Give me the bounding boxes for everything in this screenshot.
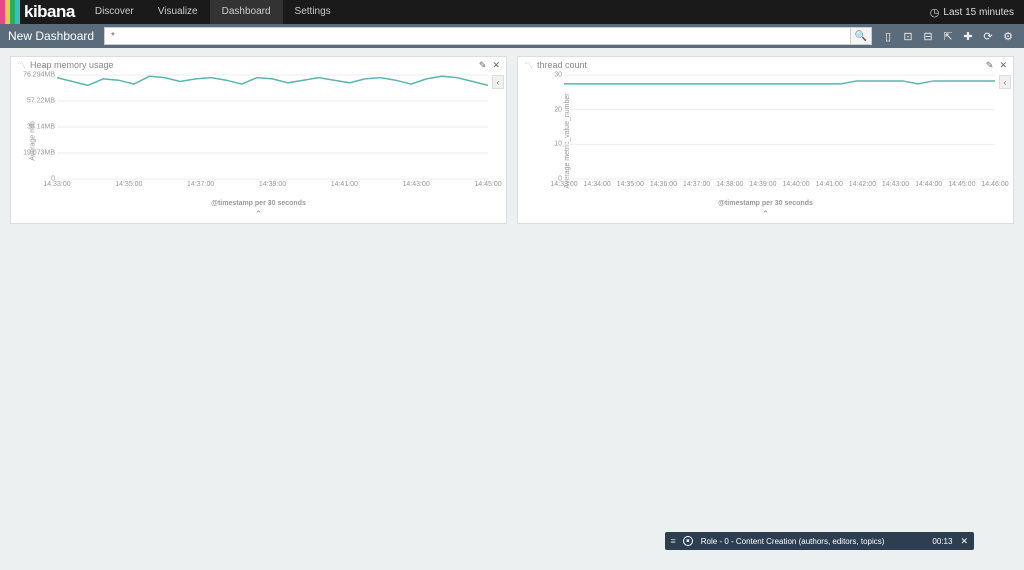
x-tick: 14:33:00: [43, 181, 70, 188]
stop-icon: ■: [686, 538, 689, 544]
x-tick: 14:41:00: [816, 181, 843, 188]
clock-icon: ◷: [930, 6, 940, 19]
panel-heap-memory: 〽 Heap memory usage ✎ ✕ Average m/b019.0…: [10, 56, 507, 224]
x-axis-label: @timestamp per 30 seconds: [211, 200, 306, 207]
x-tick: 14:35:00: [115, 181, 142, 188]
x-tick: 14:41:00: [331, 181, 358, 188]
collapse-legend-button[interactable]: ‹: [492, 75, 504, 89]
x-tick: 14:39:00: [749, 181, 776, 188]
x-axis-label: @timestamp per 30 seconds: [718, 200, 813, 207]
top-nav: kibana DiscoverVisualizeDashboardSetting…: [0, 0, 1024, 24]
close-icon[interactable]: ✕: [492, 60, 500, 71]
nav-tab-settings[interactable]: Settings: [283, 0, 343, 24]
expand-handle[interactable]: ⌃: [518, 209, 1013, 223]
player-bar[interactable]: ≡ ■ Role - 0 - Content Creation (authors…: [665, 532, 974, 550]
x-tick: 14:43:00: [882, 181, 909, 188]
time-picker[interactable]: ◷ Last 15 minutes: [920, 6, 1024, 19]
nav-tab-dashboard[interactable]: Dashboard: [210, 0, 283, 24]
player-time: 00:13: [932, 537, 952, 546]
search-icon: 🔍: [855, 31, 867, 42]
sub-toolbar: New Dashboard 🔍 ▯⊡⊟⇱✚⟳⚙: [0, 24, 1024, 48]
nav-tab-visualize[interactable]: Visualize: [146, 0, 210, 24]
line-chart-icon: 〽: [524, 59, 533, 72]
add-icon[interactable]: ✚: [958, 27, 978, 45]
stop-button[interactable]: ■: [683, 536, 693, 546]
x-tick: 14:43:00: [403, 181, 430, 188]
panel-thread-count: 〽 thread count ✎ ✕ Average metric_value_…: [517, 56, 1014, 224]
x-tick: 14:45:00: [948, 181, 975, 188]
search-button[interactable]: 🔍: [850, 27, 872, 45]
close-icon[interactable]: ✕: [999, 60, 1007, 71]
x-tick: 14:34:00: [584, 181, 611, 188]
search-form: 🔍: [104, 27, 872, 45]
brand-bars: [0, 0, 20, 24]
chevron-up-icon: ⌃: [255, 209, 263, 219]
dashboard-panels: 〽 Heap memory usage ✎ ✕ Average m/b019.0…: [0, 48, 1024, 232]
chevron-left-icon: ‹: [497, 78, 500, 87]
settings-gear-icon[interactable]: ⚙: [998, 27, 1018, 45]
x-tick: 14:33:00: [550, 181, 577, 188]
nav-tab-discover[interactable]: Discover: [83, 0, 146, 24]
y-tick: 30: [554, 72, 562, 79]
close-icon[interactable]: ✕: [960, 536, 968, 547]
search-input[interactable]: [104, 27, 850, 45]
edit-icon[interactable]: ✎: [479, 60, 487, 71]
nav-tabs: DiscoverVisualizeDashboardSettings: [83, 0, 343, 24]
y-tick: 38.14MB: [27, 124, 55, 131]
share-icon[interactable]: ⇱: [938, 27, 958, 45]
expand-handle[interactable]: ⌃: [11, 209, 506, 223]
x-tick: 14:35:00: [617, 181, 644, 188]
time-picker-label: Last 15 minutes: [943, 7, 1014, 18]
x-tick: 14:38:00: [716, 181, 743, 188]
dashboard-title: New Dashboard: [6, 29, 98, 43]
panel-title: thread count: [537, 60, 982, 70]
open-icon[interactable]: ⊟: [918, 27, 938, 45]
save-icon[interactable]: ⊡: [898, 27, 918, 45]
panel-body: Average m/b019.073MB38.14MB57.22MB76.294…: [11, 73, 506, 209]
player-track-label: Role - 0 - Content Creation (authors, ed…: [701, 537, 885, 546]
chevron-left-icon: ‹: [1004, 78, 1007, 87]
collapse-legend-button[interactable]: ‹: [999, 75, 1011, 89]
new-icon[interactable]: ▯: [878, 27, 898, 45]
y-tick: 57.22MB: [27, 98, 55, 105]
panel-title: Heap memory usage: [30, 60, 475, 70]
x-tick: 14:37:00: [683, 181, 710, 188]
x-tick: 14:42:00: [849, 181, 876, 188]
toolbar-icons: ▯⊡⊟⇱✚⟳⚙: [878, 27, 1018, 45]
x-tick: 14:45:00: [474, 181, 501, 188]
x-tick: 14:46:00: [981, 181, 1008, 188]
x-tick: 14:40:00: [782, 181, 809, 188]
drag-handle-icon[interactable]: ≡: [671, 536, 675, 546]
panel-body: Average metric_value_number010203014:33:…: [518, 73, 1013, 209]
chevron-up-icon: ⌃: [762, 209, 770, 219]
panel-header: 〽 thread count ✎ ✕: [518, 57, 1013, 73]
y-tick: 10: [554, 141, 562, 148]
x-tick: 14:44:00: [915, 181, 942, 188]
line-chart-icon: 〽: [17, 59, 26, 72]
brand-logo[interactable]: kibana: [0, 0, 83, 24]
y-tick: 19.073MB: [23, 150, 55, 157]
y-tick: 76.294MB: [23, 72, 55, 79]
brand-name: kibana: [24, 2, 75, 22]
edit-icon[interactable]: ✎: [986, 60, 994, 71]
panel-header: 〽 Heap memory usage ✎ ✕: [11, 57, 506, 73]
refresh-icon[interactable]: ⟳: [978, 27, 998, 45]
x-tick: 14:39:00: [259, 181, 286, 188]
y-tick: 20: [554, 106, 562, 113]
x-tick: 14:36:00: [650, 181, 677, 188]
x-tick: 14:37:00: [187, 181, 214, 188]
